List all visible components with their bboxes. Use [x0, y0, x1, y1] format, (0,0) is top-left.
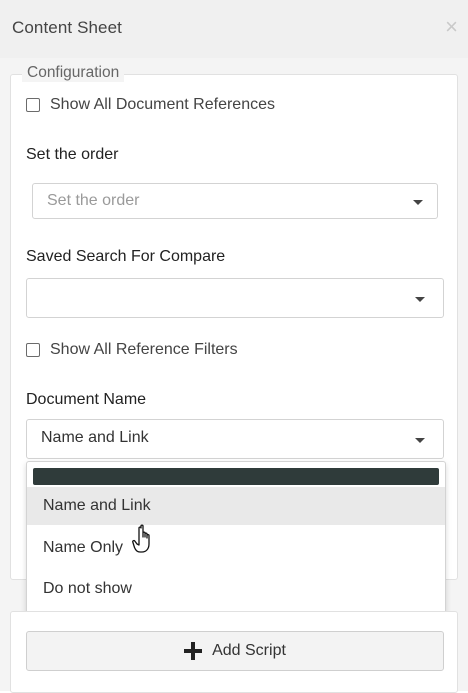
chevron-down-icon — [413, 200, 423, 205]
saved-search-label: Saved Search For Compare — [26, 248, 226, 265]
show-all-document-references-checkbox-row[interactable]: Show All Document References — [26, 95, 275, 115]
set-order-placeholder: Set the order — [47, 192, 140, 209]
add-script-label: Add Script — [212, 642, 286, 659]
dropdown-option-label: Do not show — [43, 580, 132, 597]
document-name-label: Document Name — [26, 391, 147, 408]
panel-header: Content Sheet × — [0, 0, 468, 58]
saved-search-select[interactable] — [26, 278, 444, 318]
add-script-button[interactable]: Add Script — [26, 631, 444, 671]
dropdown-header-bar — [33, 468, 439, 485]
document-name-value: Name and Link — [41, 429, 149, 446]
set-order-label: Set the order — [26, 146, 119, 163]
document-name-select[interactable]: Name and Link — [26, 419, 444, 459]
content-sheet-panel: Content Sheet × Configuration Show All D… — [0, 0, 468, 693]
show-all-document-references-label: Show All Document References — [50, 96, 275, 113]
plus-icon — [184, 642, 203, 660]
chevron-down-icon — [415, 438, 425, 443]
show-all-reference-filters-checkbox[interactable] — [26, 343, 40, 357]
close-icon[interactable]: × — [445, 16, 458, 38]
dropdown-option-do-not-show[interactable]: Do not show — [27, 570, 445, 608]
dropdown-option-label: Name Only — [43, 539, 124, 556]
document-name-dropdown: Name and Link Name Only Do not show — [26, 461, 446, 617]
dropdown-option-name-and-link[interactable]: Name and Link — [27, 487, 445, 525]
show-all-reference-filters-label: Show All Reference Filters — [50, 341, 238, 358]
show-all-document-references-checkbox[interactable] — [26, 98, 40, 112]
panel-title: Content Sheet — [12, 18, 122, 37]
dropdown-option-label: Name and Link — [43, 497, 151, 514]
chevron-down-icon — [415, 297, 425, 302]
configuration-legend: Configuration — [22, 64, 125, 82]
dropdown-option-name-only[interactable]: Name Only — [27, 529, 445, 567]
set-order-select[interactable]: Set the order — [32, 183, 438, 219]
show-all-reference-filters-checkbox-row[interactable]: Show All Reference Filters — [26, 340, 238, 360]
hand-cursor-icon — [132, 524, 150, 553]
